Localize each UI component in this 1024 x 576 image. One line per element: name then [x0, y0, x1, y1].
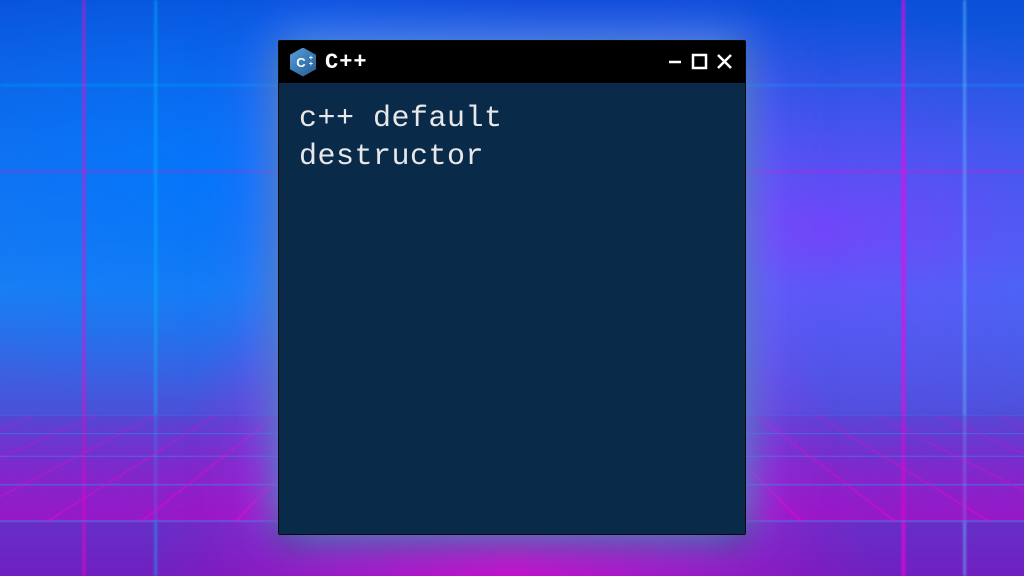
window-titlebar[interactable]: C ++ C++ [279, 41, 745, 83]
terminal-window: C ++ C++ [278, 40, 746, 535]
window-title: C++ [325, 50, 659, 75]
cpp-logo-icon: C ++ [289, 48, 317, 76]
close-icon[interactable] [715, 52, 735, 72]
minimize-icon[interactable] [667, 53, 685, 71]
terminal-body[interactable]: c++ default destructor [279, 83, 745, 534]
maximize-icon[interactable] [691, 53, 709, 71]
window-controls [667, 52, 735, 72]
terminal-content: c++ default destructor [299, 101, 725, 176]
